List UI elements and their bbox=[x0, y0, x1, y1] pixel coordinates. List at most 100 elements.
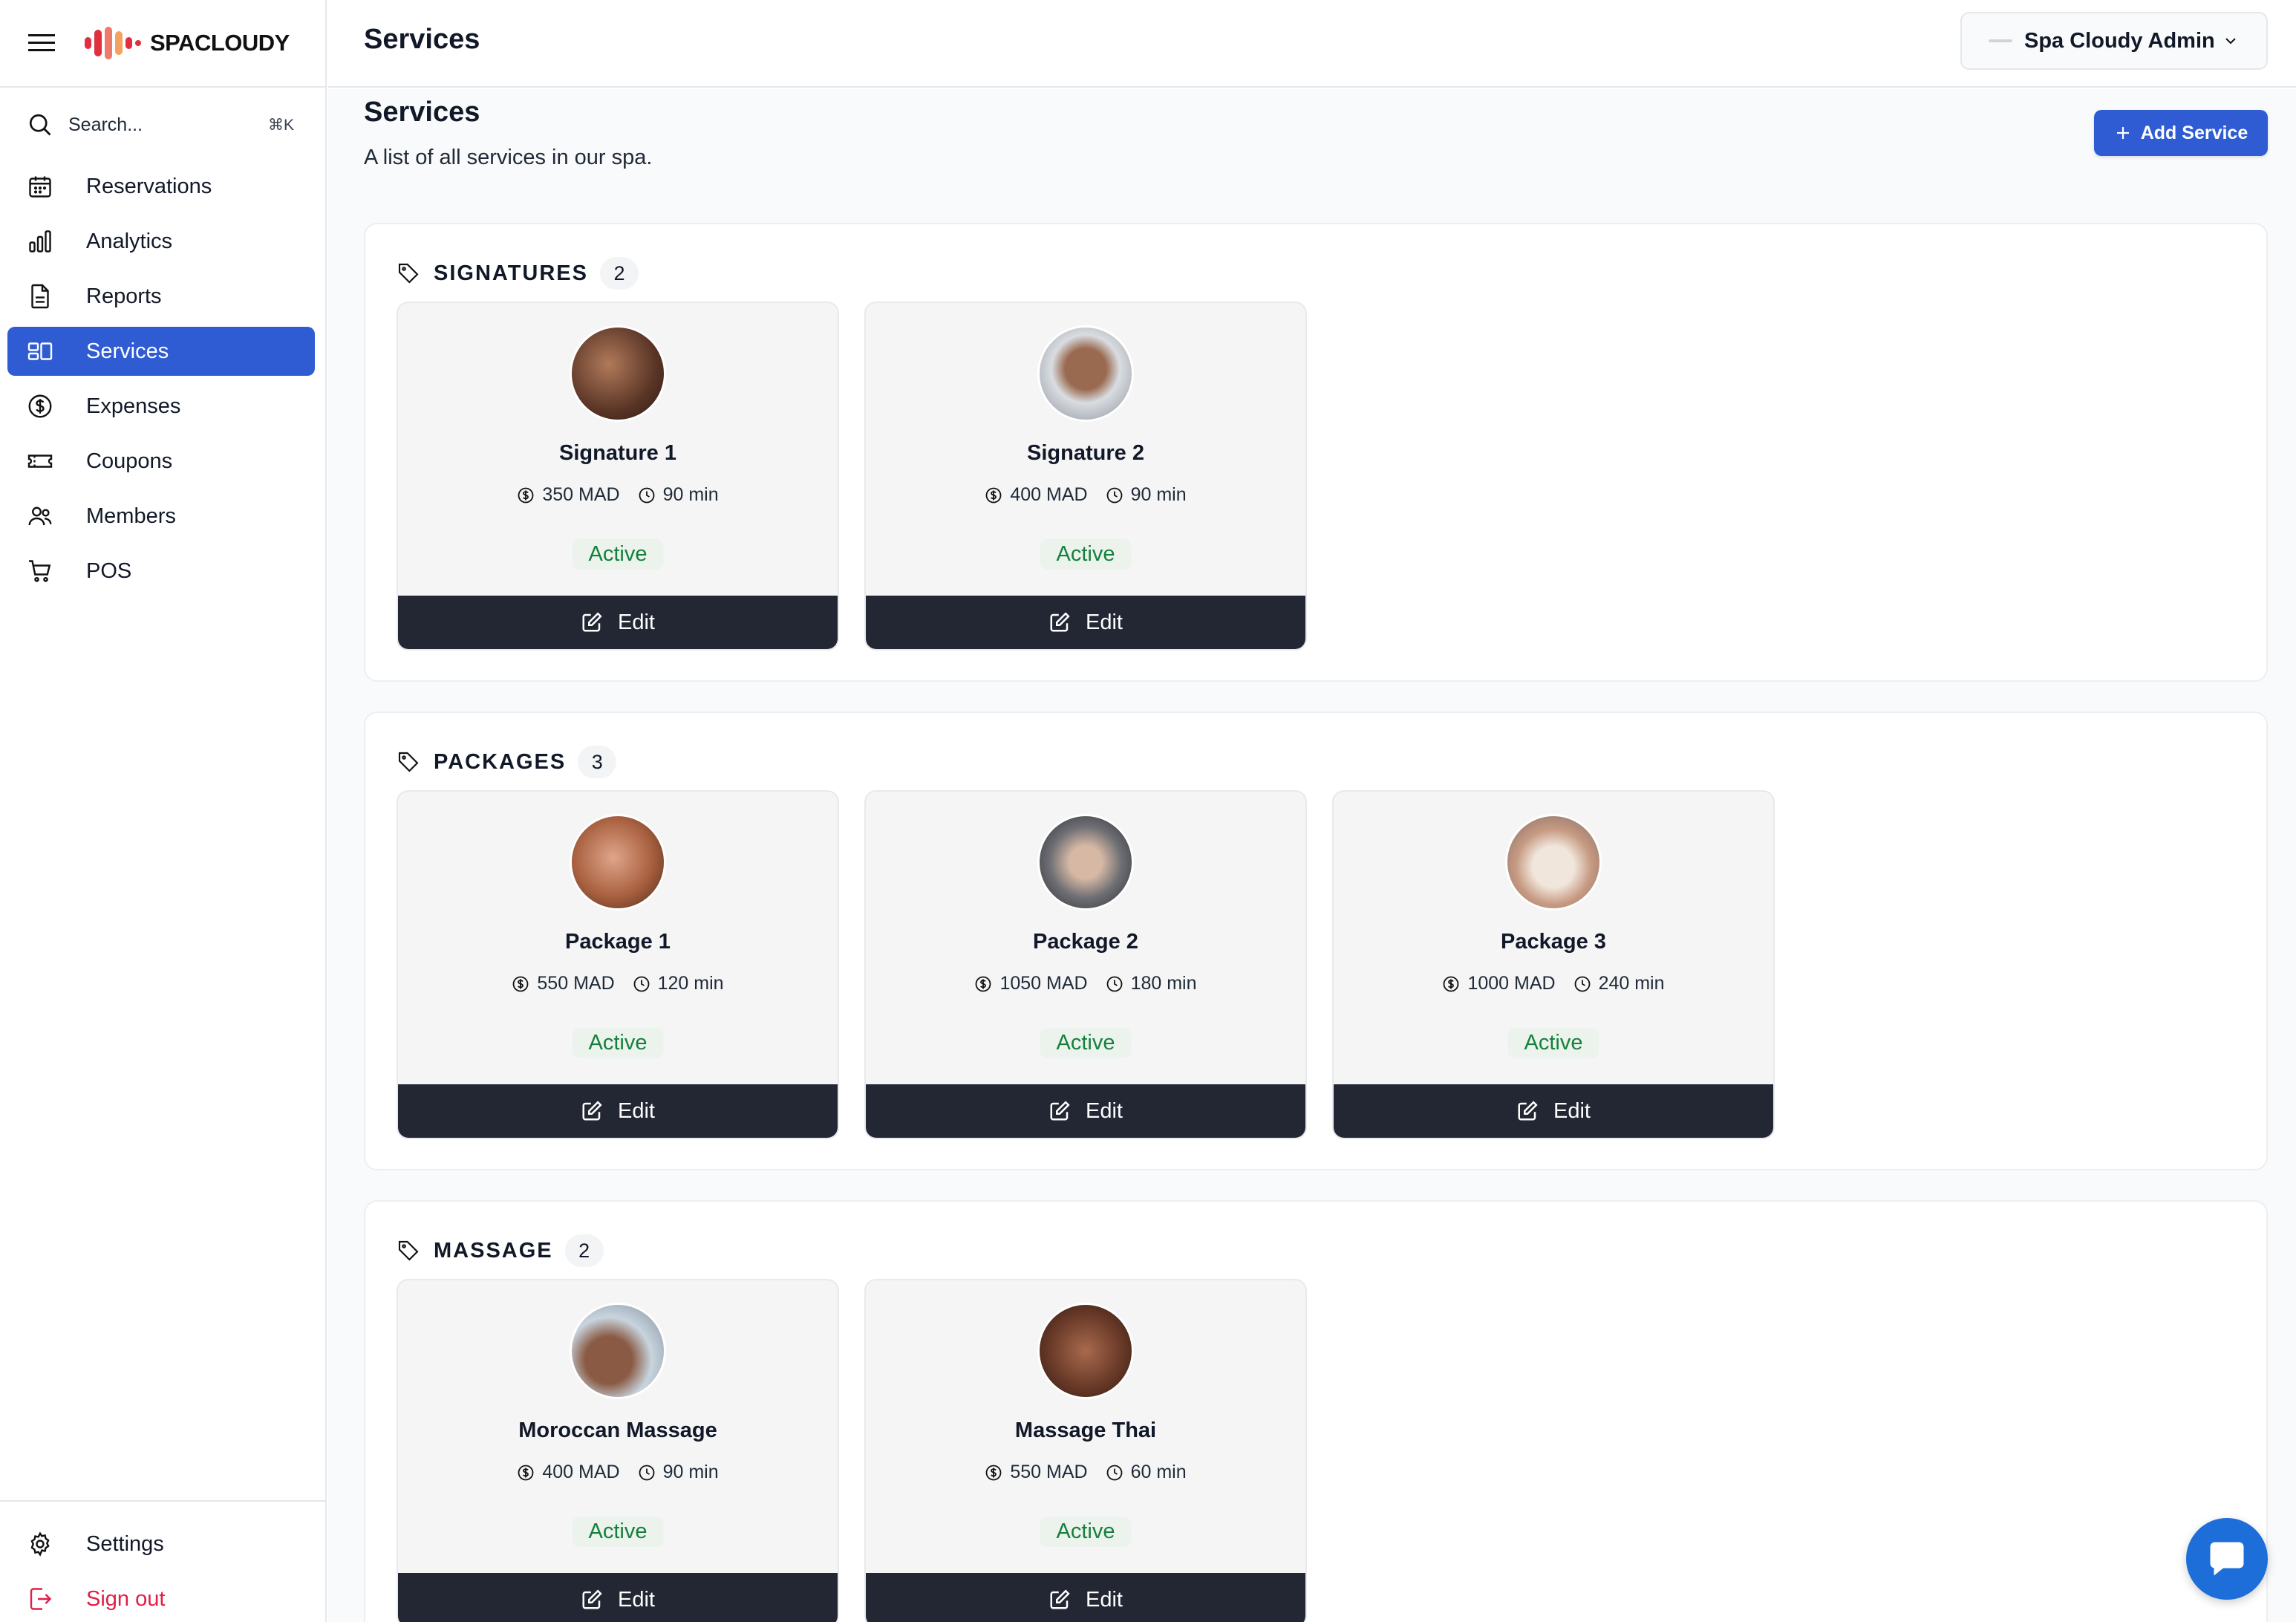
status-badge: Active bbox=[1040, 1028, 1132, 1058]
service-image bbox=[570, 1303, 666, 1399]
sidebar-item-expenses[interactable]: Expenses bbox=[7, 382, 315, 431]
service-duration: 120 min bbox=[657, 973, 724, 994]
sidebar-header: SPACLOUDY bbox=[0, 0, 325, 88]
sidebar-item-reservations[interactable]: Reservations bbox=[7, 162, 315, 211]
sidebar-item-settings[interactable]: Settings bbox=[7, 1520, 327, 1569]
layout-icon bbox=[25, 336, 55, 366]
document-icon bbox=[25, 281, 55, 311]
service-price: 1000 MAD bbox=[1467, 973, 1556, 994]
service-image bbox=[570, 325, 666, 422]
topbar-title: Services bbox=[364, 24, 480, 55]
add-service-label: Add Service bbox=[2140, 122, 2248, 143]
service-name: Signature 2 bbox=[1027, 441, 1144, 465]
dollar-circle-icon bbox=[985, 487, 1002, 503]
service-meta: 350 MAD 90 min bbox=[398, 484, 838, 506]
hamburger-menu-icon[interactable] bbox=[27, 28, 56, 58]
category-section-massage: MASSAGE 2 Moroccan Massage 400 MAD 90 mi… bbox=[364, 1200, 2268, 1622]
account-dropdown[interactable]: Spa Cloudy Admin bbox=[1960, 12, 2268, 70]
chevron-down-icon bbox=[2225, 38, 2236, 45]
service-duration: 60 min bbox=[1130, 1462, 1187, 1482]
dollar-circle-icon bbox=[25, 391, 55, 421]
sidebar-item-analytics[interactable]: Analytics bbox=[7, 217, 315, 266]
sidebar-item-services[interactable]: Services bbox=[7, 327, 315, 376]
service-card: Package 3 1000 MAD 240 min Active Edit bbox=[1332, 790, 1775, 1139]
edit-button[interactable]: Edit bbox=[398, 1573, 838, 1622]
sidebar-item-coupons[interactable]: Coupons bbox=[7, 437, 315, 486]
edit-label: Edit bbox=[1086, 1098, 1123, 1123]
tag-icon bbox=[398, 1240, 419, 1261]
gear-icon bbox=[25, 1529, 55, 1559]
service-image bbox=[1505, 814, 1602, 911]
category-section-packages: PACKAGES 3 Package 1 550 MAD 120 min Act… bbox=[364, 711, 2268, 1170]
sidebar-item-reports[interactable]: Reports bbox=[7, 272, 315, 321]
service-price: 550 MAD bbox=[1010, 1462, 1088, 1482]
add-service-button[interactable]: Add Service bbox=[2094, 110, 2268, 156]
category-section-signatures: SIGNATURES 2 Signature 1 350 MAD 90 min … bbox=[364, 223, 2268, 682]
sidebar-item-members[interactable]: Members bbox=[7, 492, 315, 541]
service-meta: 550 MAD 120 min bbox=[398, 973, 838, 994]
section-title: SIGNATURES bbox=[434, 261, 588, 285]
status-badge: Active bbox=[572, 1517, 664, 1547]
edit-icon bbox=[1050, 1101, 1070, 1121]
tag-icon bbox=[398, 263, 419, 284]
service-card: Signature 2 400 MAD 90 min Active Edit bbox=[864, 302, 1307, 651]
edit-label: Edit bbox=[1086, 1587, 1123, 1612]
search-input[interactable]: Search... ⌘K bbox=[27, 108, 294, 141]
service-meta: 400 MAD 90 min bbox=[866, 484, 1305, 506]
edit-label: Edit bbox=[618, 610, 655, 634]
dollar-circle-icon bbox=[976, 976, 991, 991]
sidebar-item-label: Reports bbox=[86, 284, 162, 308]
edit-icon bbox=[582, 612, 602, 632]
sign-out-icon bbox=[25, 1584, 55, 1614]
service-name: Package 2 bbox=[1033, 930, 1138, 954]
sidebar-item-label: Reservations bbox=[86, 174, 212, 198]
app-root: SPACLOUDY Search... ⌘K Reservations Anal… bbox=[0, 0, 2296, 1622]
search-shortcut: ⌘K bbox=[267, 116, 294, 134]
admin-avatar bbox=[1989, 39, 2012, 42]
service-duration: 90 min bbox=[662, 1462, 719, 1482]
service-price: 400 MAD bbox=[1010, 484, 1088, 505]
section-title: PACKAGES bbox=[434, 749, 567, 774]
edit-button[interactable]: Edit bbox=[866, 596, 1305, 649]
service-meta: 400 MAD 90 min bbox=[398, 1462, 838, 1483]
section-title: MASSAGE bbox=[434, 1238, 553, 1263]
service-name: Moroccan Massage bbox=[518, 1419, 717, 1442]
logo[interactable]: SPACLOUDY bbox=[83, 25, 290, 61]
edit-button[interactable]: Edit bbox=[1334, 1084, 1773, 1138]
sidebar-item-label: Members bbox=[86, 504, 176, 528]
sidebar-item-pos[interactable]: POS bbox=[7, 547, 315, 596]
service-name: Signature 1 bbox=[559, 441, 676, 465]
clock-icon bbox=[639, 487, 654, 503]
service-card: Massage Thai 550 MAD 60 min Active Edit bbox=[864, 1279, 1307, 1622]
sidebar-item-label: Sign out bbox=[86, 1586, 166, 1611]
cart-icon bbox=[25, 556, 55, 586]
admin-name: Spa Cloudy Admin bbox=[2024, 28, 2215, 53]
clock-icon bbox=[1574, 976, 1590, 991]
search-icon bbox=[29, 114, 51, 136]
clock-icon bbox=[639, 1465, 654, 1480]
clock-icon bbox=[1106, 976, 1122, 991]
search-placeholder: Search... bbox=[68, 114, 143, 135]
edit-button[interactable]: Edit bbox=[398, 596, 838, 649]
service-card-list: Moroccan Massage 400 MAD 90 min Active E… bbox=[397, 1279, 1307, 1622]
sidebar-item-label: Analytics bbox=[86, 229, 173, 253]
edit-label: Edit bbox=[1086, 610, 1123, 634]
service-card: Package 1 550 MAD 120 min Active Edit bbox=[397, 790, 839, 1139]
edit-label: Edit bbox=[618, 1098, 655, 1123]
edit-button[interactable]: Edit bbox=[398, 1084, 838, 1138]
edit-icon bbox=[1050, 1589, 1070, 1609]
sidebar-item-label: POS bbox=[86, 558, 132, 583]
clock-icon bbox=[633, 976, 650, 991]
service-meta: 1000 MAD 240 min bbox=[1334, 973, 1773, 994]
edit-button[interactable]: Edit bbox=[866, 1573, 1305, 1622]
edit-button[interactable]: Edit bbox=[866, 1084, 1305, 1138]
edit-icon bbox=[582, 1101, 602, 1121]
section-count-badge: 2 bbox=[599, 257, 639, 290]
main-content: Services A list of all services in our s… bbox=[328, 89, 2296, 1622]
chat-widget-button[interactable] bbox=[2186, 1518, 2268, 1600]
service-meta: 1050 MAD 180 min bbox=[866, 973, 1305, 994]
status-badge: Active bbox=[1507, 1028, 1599, 1058]
page-subtitle: A list of all services in our spa. bbox=[364, 146, 653, 169]
section-count-badge: 2 bbox=[564, 1234, 604, 1267]
sidebar-item-sign-out[interactable]: Sign out bbox=[7, 1574, 327, 1622]
